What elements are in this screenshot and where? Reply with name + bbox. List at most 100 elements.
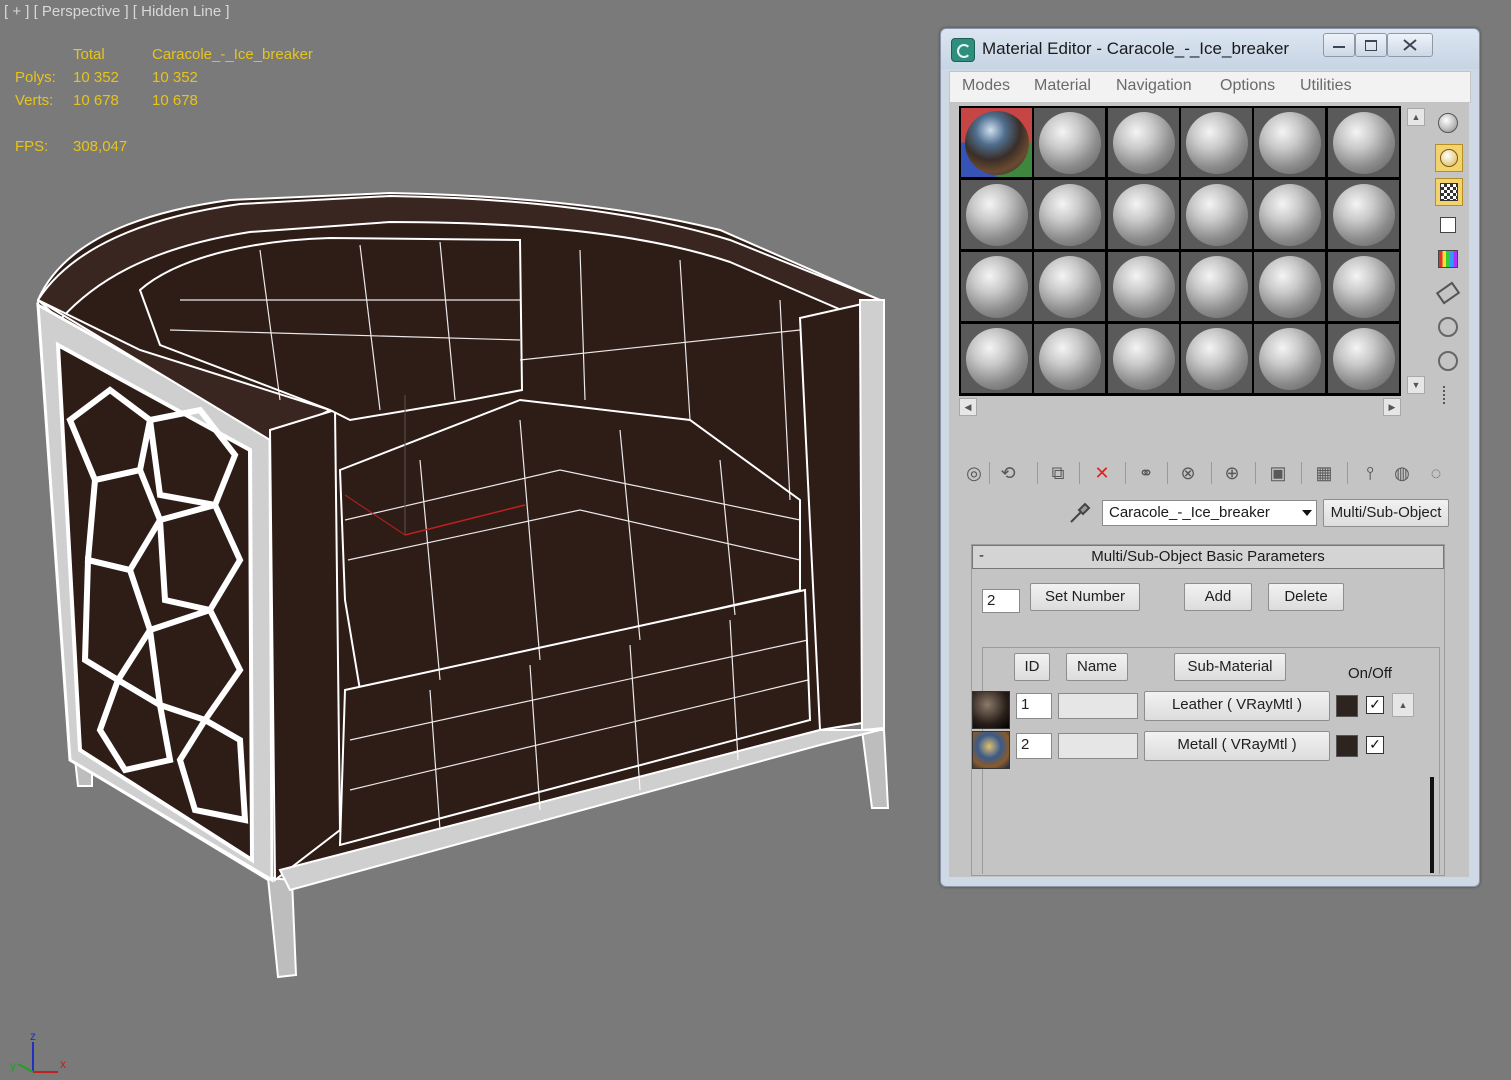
set-number-field[interactable]: 2 — [982, 589, 1020, 613]
material-type-button[interactable]: Multi/Sub-Object — [1323, 499, 1449, 527]
submaterial-2-thumbnail[interactable] — [972, 731, 1010, 769]
submaterial-2-button[interactable]: Metall ( VRayMtl ) — [1144, 731, 1330, 761]
menu-material[interactable]: Material — [1034, 77, 1091, 95]
window-titlebar[interactable]: Material Editor - Caracole_-_Ice_breaker — [941, 29, 1479, 69]
backlight-button[interactable] — [1435, 144, 1463, 172]
video-color-check-button[interactable] — [1435, 246, 1461, 272]
sample-slot-24[interactable] — [1327, 324, 1399, 393]
submaterial-1-on-checkbox[interactable]: ✓ — [1366, 696, 1384, 714]
go-to-parent-button[interactable]: ⫯ — [1357, 460, 1383, 486]
sample-slot-20[interactable] — [1034, 324, 1106, 393]
sample-uv-tiling-button[interactable] — [1435, 212, 1461, 238]
make-preview-button[interactable] — [1435, 280, 1461, 306]
minimize-button[interactable] — [1323, 33, 1355, 57]
pick-from-object-button[interactable]: ◌ — [1423, 460, 1449, 486]
select-by-material-button[interactable] — [1435, 348, 1461, 374]
sort-by-submaterial-button[interactable]: Sub-Material — [1174, 653, 1286, 681]
maximize-button[interactable] — [1355, 33, 1387, 57]
go-forward-sibling-button[interactable]: ◍ — [1389, 460, 1415, 486]
sample-slot-13[interactable] — [961, 252, 1032, 321]
make-unique-button[interactable]: ⚭ — [1133, 460, 1159, 486]
material-name-combo[interactable]: Caracole_-_Ice_breaker — [1102, 500, 1317, 526]
sample-slot-19[interactable] — [961, 324, 1032, 393]
show-in-viewport-button[interactable]: ▣ — [1265, 460, 1291, 486]
square-icon — [1440, 217, 1456, 233]
rollout-header[interactable]: - Multi/Sub-Object Basic Parameters — [972, 545, 1444, 569]
material-id-channel-button[interactable]: ⊕ — [1219, 460, 1245, 486]
sample-slot-8[interactable] — [1034, 180, 1106, 249]
slots-scroll-up[interactable]: ▲ — [1407, 108, 1425, 126]
sample-sphere — [1112, 184, 1175, 246]
sample-slot-12[interactable] — [1327, 180, 1399, 249]
sample-slot-6[interactable] — [1327, 108, 1399, 177]
submaterial-2-id[interactable]: 2 — [1016, 733, 1052, 759]
material-map-navigator-button[interactable] — [1435, 382, 1461, 408]
close-button[interactable] — [1387, 33, 1433, 57]
sample-sphere — [1185, 112, 1248, 174]
list-scrollbar-thumb[interactable] — [1430, 777, 1434, 873]
menu-modes[interactable]: Modes — [962, 77, 1010, 95]
sample-slot-21[interactable] — [1107, 324, 1179, 393]
sample-slot-9[interactable] — [1107, 180, 1179, 249]
get-material-button[interactable]: ◎ — [961, 460, 987, 486]
sample-type-button[interactable] — [1435, 110, 1461, 136]
slots-scroll-right[interactable]: ▶ — [1383, 398, 1401, 416]
submaterial-1-id[interactable]: 1 — [1016, 693, 1052, 719]
toolbar-separator — [1037, 462, 1038, 484]
menu-navigation[interactable]: Navigation — [1116, 77, 1192, 95]
pick-material-button[interactable] — [1067, 502, 1091, 531]
assign-to-selection-button[interactable]: ⧉ — [1045, 460, 1071, 486]
put-to-library-button[interactable]: ⊗ — [1175, 460, 1201, 486]
background-button[interactable] — [1435, 178, 1463, 206]
sample-slot-10[interactable] — [1180, 180, 1252, 249]
sample-slot-7[interactable] — [961, 180, 1032, 249]
options-button[interactable] — [1435, 314, 1461, 340]
chair-left-arm-inner — [268, 408, 342, 883]
sample-slot-3[interactable] — [1107, 108, 1179, 177]
sample-sphere — [1185, 328, 1248, 390]
sample-slot-4[interactable] — [1180, 108, 1252, 177]
sample-sphere — [1332, 112, 1395, 174]
sample-slot-18[interactable] — [1327, 252, 1399, 321]
submaterial-2-on-checkbox[interactable]: ✓ — [1366, 736, 1384, 754]
set-number-button[interactable]: Set Number — [1030, 583, 1140, 611]
sort-by-name-button[interactable]: Name — [1066, 653, 1128, 681]
submaterial-1-name[interactable] — [1058, 693, 1138, 719]
sample-slot-17[interactable] — [1254, 252, 1326, 321]
sample-sphere — [1112, 112, 1175, 174]
sort-by-id-button[interactable]: ID — [1014, 653, 1050, 681]
submaterial-1-button[interactable]: Leather ( VRayMtl ) — [1144, 691, 1330, 721]
menu-utilities[interactable]: Utilities — [1300, 77, 1352, 95]
reset-map-button[interactable]: ✕ — [1089, 460, 1115, 486]
list-scroll-up[interactable]: ▲ — [1392, 693, 1414, 717]
sample-slot-22[interactable] — [1180, 324, 1252, 393]
sample-sphere — [1039, 112, 1102, 174]
submaterial-1-thumbnail[interactable] — [972, 691, 1010, 729]
sample-slot-23[interactable] — [1254, 324, 1326, 393]
material-editor-window[interactable]: Material Editor - Caracole_-_Ice_breaker… — [940, 28, 1480, 887]
slots-scroll-down[interactable]: ▼ — [1407, 376, 1425, 394]
sample-slot-14[interactable] — [1034, 252, 1106, 321]
chair-leg-front-left — [266, 876, 298, 979]
show-end-result-button[interactable]: ▦ — [1311, 460, 1337, 486]
submaterial-2-color-swatch[interactable] — [1336, 735, 1358, 757]
submaterial-1-color-swatch[interactable] — [1336, 695, 1358, 717]
delete-button[interactable]: Delete — [1268, 583, 1344, 611]
menu-options[interactable]: Options — [1220, 77, 1275, 95]
sample-sphere — [1112, 328, 1175, 390]
toolbar-separator — [1211, 462, 1212, 484]
add-button[interactable]: Add — [1184, 583, 1252, 611]
chair-right-frame — [858, 299, 885, 732]
sample-sphere — [1185, 184, 1248, 246]
chevron-down-icon[interactable] — [1302, 510, 1312, 516]
put-to-scene-button[interactable]: ⟲ — [995, 460, 1021, 486]
sample-slot-2[interactable] — [1034, 108, 1106, 177]
sample-slot-1[interactable] — [961, 108, 1032, 177]
sample-slot-16[interactable] — [1180, 252, 1252, 321]
sample-slot-5[interactable] — [1254, 108, 1326, 177]
armchair-wireframe-model[interactable] — [0, 0, 930, 1000]
slots-scroll-left[interactable]: ◀ — [959, 398, 977, 416]
sample-slot-15[interactable] — [1107, 252, 1179, 321]
submaterial-2-name[interactable] — [1058, 733, 1138, 759]
sample-slot-11[interactable] — [1254, 180, 1326, 249]
